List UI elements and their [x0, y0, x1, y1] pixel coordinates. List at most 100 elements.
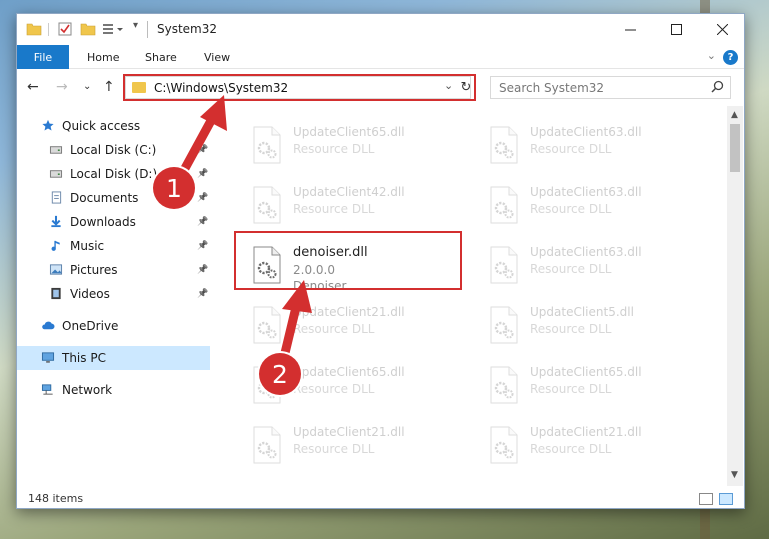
scroll-up-icon[interactable]: ▲: [731, 110, 738, 120]
sidebar-item-label: Local Disk (C:): [70, 143, 157, 157]
back-icon[interactable]: ←: [27, 79, 39, 95]
scroll-down-icon[interactable]: ▼: [731, 470, 738, 480]
maximize-button[interactable]: [653, 14, 699, 45]
sidebar-item-label: This PC: [62, 351, 106, 365]
file-item[interactable]: UpdateClient21.dll Resource DLL: [483, 418, 707, 470]
drive-icon: [49, 170, 63, 178]
documents-icon: [51, 191, 62, 204]
file-name: UpdateClient21.dll: [530, 425, 642, 439]
up-icon[interactable]: ↑: [103, 79, 115, 95]
new-folder-icon[interactable]: [80, 21, 96, 37]
vertical-scrollbar[interactable]: ▲ ▼: [727, 106, 743, 486]
star-icon: [42, 119, 54, 131]
file-description: Resource DLL: [293, 382, 375, 396]
search-box[interactable]: Search System32: [490, 76, 731, 99]
file-description: Resource DLL: [530, 142, 612, 156]
selected-file-highlight: [234, 231, 462, 290]
pin-icon[interactable]: 📌: [197, 193, 208, 203]
dll-file-icon: [253, 426, 281, 464]
pin-icon[interactable]: 📌: [197, 289, 208, 299]
drive-icon: [49, 146, 63, 154]
title-separator: [147, 21, 148, 38]
network-icon: [41, 384, 53, 395]
file-item[interactable]: UpdateClient21.dll Resource DLL: [246, 298, 470, 350]
sidebar-item-label: Videos: [70, 287, 110, 301]
pin-icon[interactable]: 📌: [197, 217, 208, 227]
file-description: Resource DLL: [530, 202, 612, 216]
file-item[interactable]: UpdateClient5.dll Resource DLL: [483, 298, 707, 350]
file-description: Resource DLL: [530, 322, 612, 336]
sidebar-item-label: Music: [70, 239, 105, 253]
forward-icon[interactable]: →: [56, 79, 68, 95]
scroll-thumb[interactable]: [730, 124, 740, 172]
file-name: UpdateClient21.dll: [293, 425, 405, 439]
sidebar-item-label: Quick access: [62, 119, 141, 133]
dll-file-icon: [253, 306, 281, 344]
pictures-icon: [49, 264, 63, 275]
window-title: System32: [157, 22, 218, 36]
sidebar-item-label: Local Disk (D:): [70, 167, 158, 181]
file-description: Resource DLL: [293, 142, 375, 156]
file-name: UpdateClient63.dll: [530, 245, 642, 259]
status-bar: 148 items: [17, 488, 744, 510]
sidebar-item-music[interactable]: Music 📌: [17, 234, 210, 258]
sidebar-item-onedrive[interactable]: OneDrive: [17, 314, 210, 338]
sidebar-item-label: Network: [62, 383, 113, 397]
dll-file-icon: [490, 186, 518, 224]
sidebar-item-downloads[interactable]: Downloads 📌: [17, 210, 210, 234]
file-item[interactable]: UpdateClient21.dll Resource DLL: [246, 418, 470, 470]
file-item[interactable]: UpdateClient65.dll Resource DLL: [483, 358, 707, 410]
sidebar-item-label: Pictures: [70, 263, 118, 277]
search-input[interactable]: Search System32: [499, 81, 604, 95]
minimize-button[interactable]: [607, 14, 653, 45]
quick-access-separator: [48, 23, 49, 36]
file-description: Resource DLL: [293, 322, 375, 336]
properties-icon[interactable]: [57, 21, 73, 37]
tab-file[interactable]: File: [17, 45, 69, 69]
file-item[interactable]: UpdateClient63.dll Resource DLL: [483, 178, 707, 230]
file-name: UpdateClient65.dll: [293, 365, 405, 379]
pin-icon[interactable]: 📌: [197, 265, 208, 275]
sidebar-item-network[interactable]: Network: [17, 378, 210, 402]
file-item[interactable]: UpdateClient65.dll Resource DLL: [246, 118, 470, 170]
tab-home[interactable]: Home: [87, 45, 119, 69]
sidebar-item-quick-access[interactable]: Quick access: [17, 114, 210, 138]
computer-icon: [41, 352, 55, 363]
file-item[interactable]: UpdateClient42.dll Resource DLL: [246, 178, 470, 230]
file-name: UpdateClient21.dll: [293, 305, 405, 319]
file-list: UpdateClient65.dll Resource DLL UpdateClie…: [227, 106, 725, 486]
pin-icon[interactable]: 📌: [197, 169, 208, 179]
tab-share[interactable]: Share: [145, 45, 177, 69]
sidebar-item-pictures[interactable]: Pictures 📌: [17, 258, 210, 282]
file-item[interactable]: UpdateClient63.dll Resource DLL: [483, 118, 707, 170]
minimize-icon: [624, 29, 636, 31]
pin-icon[interactable]: 📌: [197, 145, 208, 155]
large-icons-view-icon[interactable]: [719, 493, 733, 505]
toolbar-dropdown-icon[interactable]: ▾: [133, 20, 138, 31]
maximize-icon: [670, 24, 682, 35]
pin-icon[interactable]: 📌: [197, 241, 208, 251]
cloud-icon: [42, 321, 55, 330]
help-icon[interactable]: ?: [723, 50, 738, 65]
customize-toolbar-icon[interactable]: [102, 21, 124, 37]
navigation-pane: Quick access Local Disk (C:) 📌 Local Disk (…: [17, 109, 212, 485]
file-name: UpdateClient5.dll: [530, 305, 634, 319]
expand-ribbon-icon[interactable]: ⌄: [707, 49, 716, 62]
file-item[interactable]: UpdateClient63.dll Resource DLL: [483, 238, 707, 290]
close-button[interactable]: [699, 14, 745, 45]
file-description: Resource DLL: [530, 262, 612, 276]
dll-file-icon: [490, 366, 518, 404]
details-view-icon[interactable]: [699, 493, 713, 505]
sidebar-item-videos[interactable]: Videos 📌: [17, 282, 210, 306]
sidebar-item-this-pc[interactable]: This PC: [17, 346, 210, 370]
step-2-badge: 2: [259, 353, 301, 395]
tab-view[interactable]: View: [204, 45, 230, 69]
file-name: UpdateClient65.dll: [293, 125, 405, 139]
folder-icon: [26, 23, 42, 36]
search-icon[interactable]: [711, 80, 724, 93]
recent-locations-icon[interactable]: ⌄: [83, 81, 91, 92]
sidebar-item-local-disk-c[interactable]: Local Disk (C:) 📌: [17, 138, 210, 162]
dll-file-icon: [490, 306, 518, 344]
close-icon: [716, 24, 728, 35]
step-1-badge: 1: [153, 167, 195, 209]
